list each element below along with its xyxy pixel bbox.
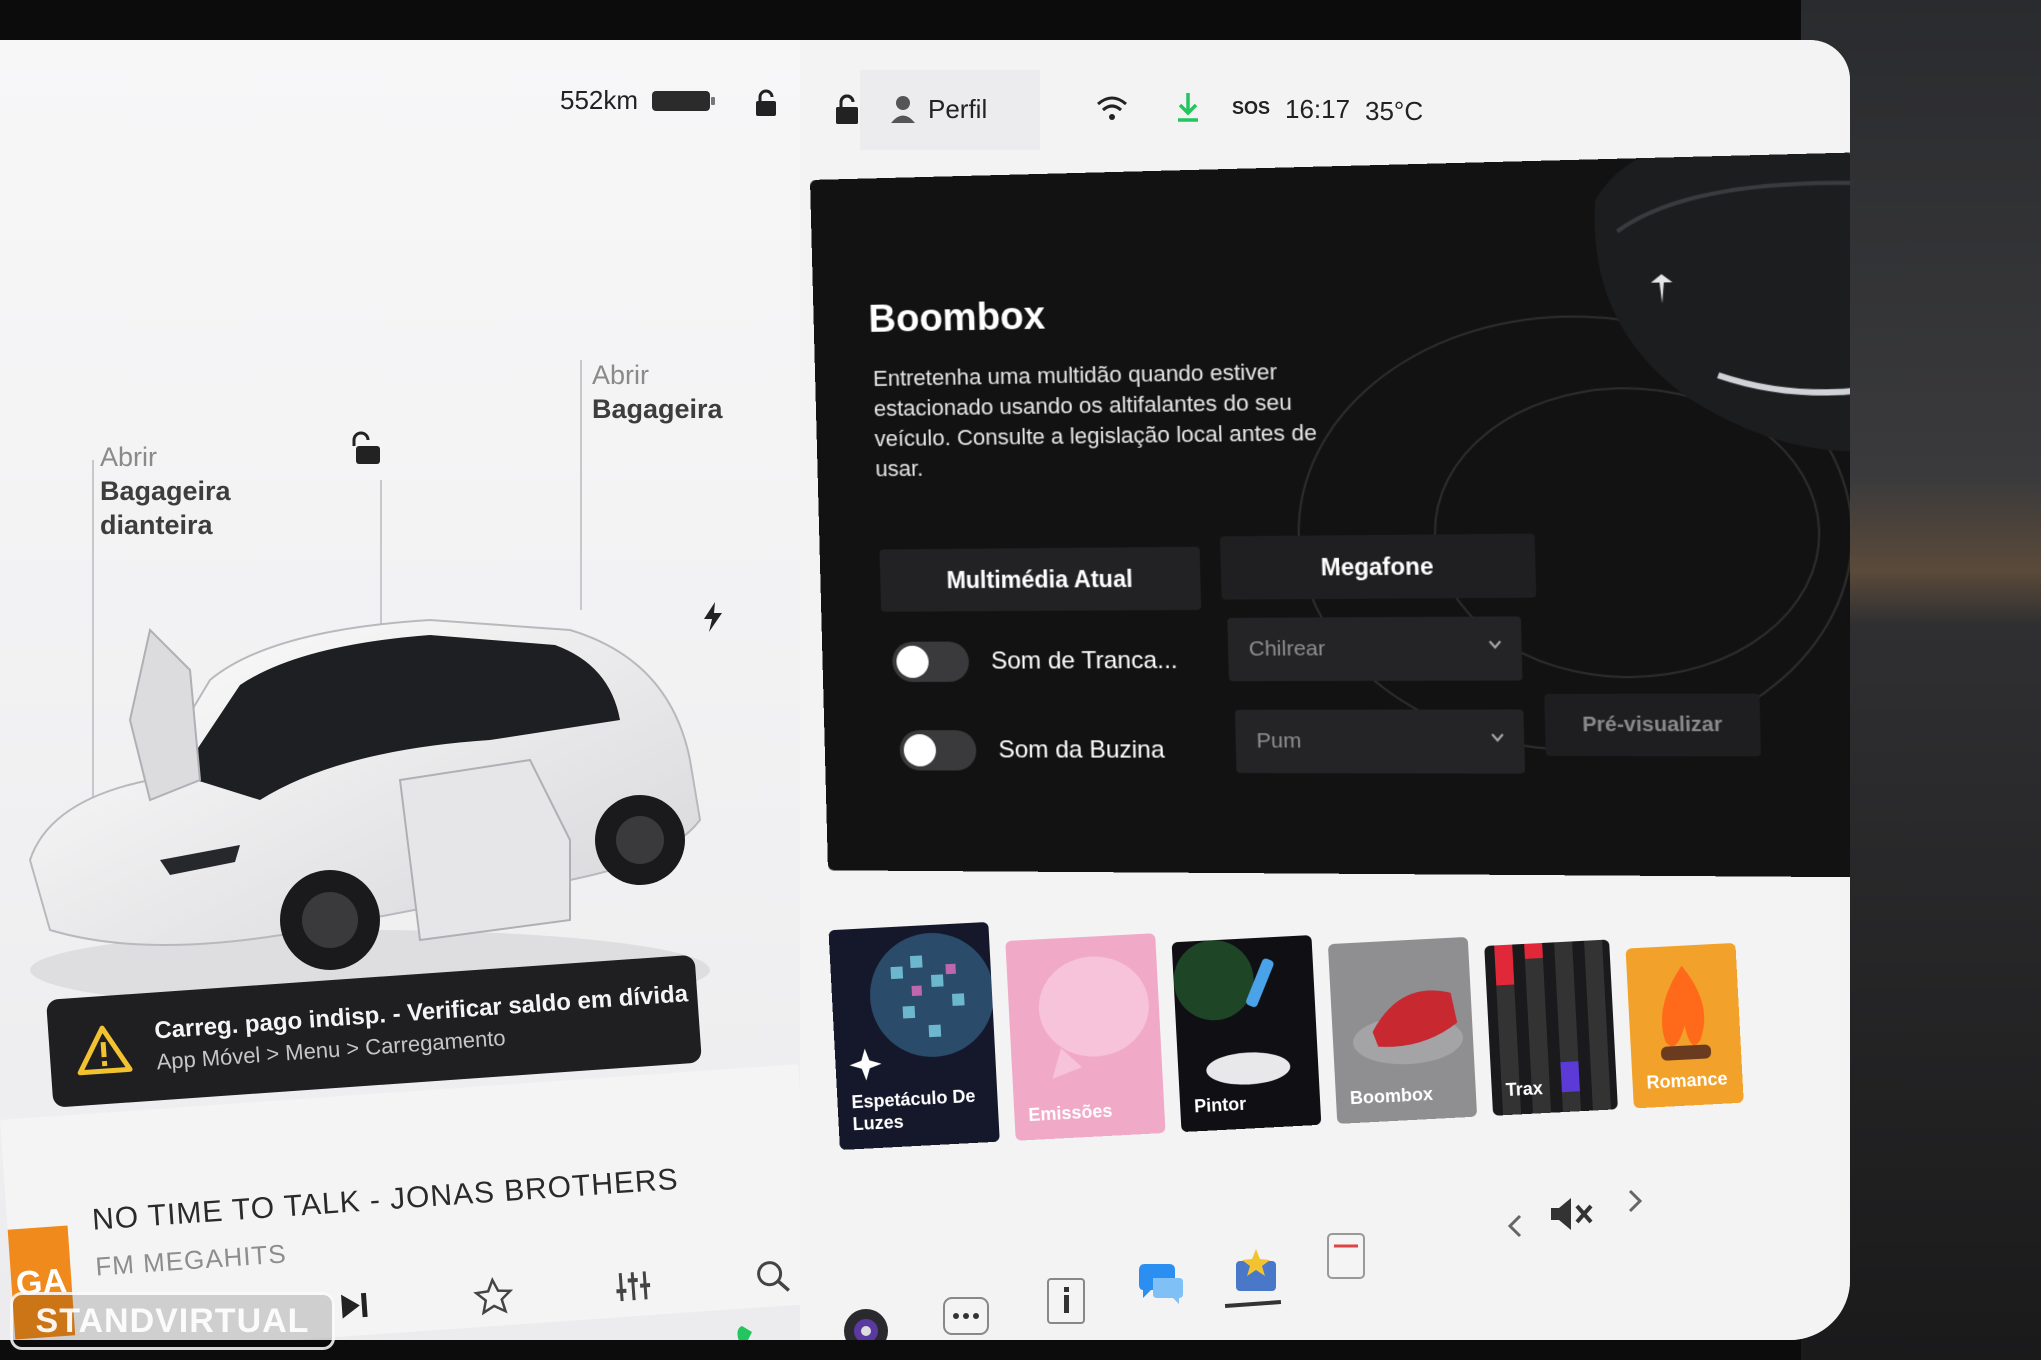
app-tile-boombox[interactable]: Boombox [1328,937,1477,1124]
range-text: 552km [560,85,638,116]
horn-sound-select[interactable]: Pum [1235,709,1525,773]
frunk-open-button[interactable]: Abrir Bagageira dianteira [100,440,231,542]
trunk-label-text: Bagageira [592,392,723,426]
chevron-down-icon [1490,730,1505,744]
lock-sound-toggle[interactable] [892,641,969,681]
camera-icon[interactable] [840,1305,892,1340]
sos-indicator[interactable]: SOS [1232,98,1270,119]
lock-icon[interactable] [752,88,780,118]
download-icon[interactable] [1175,90,1201,124]
horn-sound-label: Som da Buzina [998,736,1165,765]
lock-sound-select[interactable]: Chilrear [1227,616,1522,681]
touchscreen: 552km Abrir Bagageira dianteira Abrir Ba… [0,40,1850,1340]
watermark-logo: STANDVIRTUAL [10,1292,335,1350]
boombox-app-window: Boombox Entretenha uma multidão quando e… [810,153,1850,878]
wifi-icon [1095,94,1129,122]
lock-sound-row: Som de Tranca... [892,641,1178,682]
app-tile-label: Pintor [1194,1093,1247,1118]
more-apps-icon[interactable] [940,1290,992,1340]
chevron-right-icon[interactable] [1620,1175,1650,1227]
app-panel: Perfil SOS 16:17 35°C Boombox Entretenha… [800,40,1850,1340]
trunk-open-button[interactable]: Abrir Bagageira [592,358,723,426]
frunk-label-line1: Bagageira [100,474,231,508]
person-icon [890,94,916,124]
toybox-icon[interactable] [1230,1245,1282,1297]
megaphone-button[interactable]: Megafone [1220,534,1536,600]
boombox-description: Entretenha uma multidão quando estiver e… [873,356,1357,485]
vehicle-3d-model[interactable] [10,600,730,1020]
app-tile-label: Trax [1505,1077,1543,1101]
chevron-left-icon[interactable] [1500,1200,1530,1252]
music-tracks-icon [1484,939,1618,1115]
messages-icon[interactable] [1135,1260,1187,1312]
frunk-label-line2: dianteira [100,508,231,542]
status-bar: Perfil SOS 16:17 35°C [800,80,1850,140]
lock-sound-value: Chilrear [1249,637,1326,662]
preview-button[interactable]: Pré-visualizar [1544,694,1761,757]
app-tile-romance[interactable]: Romance [1626,943,1744,1109]
manual-icon[interactable] [1040,1275,1092,1327]
profile-label: Perfil [928,94,987,125]
boombox-title: Boombox [868,295,1046,342]
lock-sound-label: Som de Tranca... [991,647,1178,676]
app-tile-label: Espetáculo De Luzes [851,1084,999,1136]
trunk-leader-line [580,360,582,610]
alert-text: Carreg. pago indisp. - Verificar saldo e… [153,980,691,1075]
clock: 16:17 [1285,94,1350,125]
active-app-indicator [1225,1300,1281,1308]
app-launcher-tiles: Espetáculo De Luzes Emissões Pintor Boom… [827,858,1838,1150]
app-tile-label: Romance [1646,1067,1728,1093]
boombox-car-image [1551,153,1850,575]
app-tile-trax[interactable]: Trax [1484,939,1618,1115]
frunk-action-label: Abrir [100,440,231,474]
app-tile-painter[interactable]: Pintor [1172,935,1322,1132]
app-tile-label: Emissões [1028,1100,1113,1126]
app-tile-label: Boombox [1349,1083,1433,1109]
chevron-down-icon [1487,637,1502,652]
vehicle-panel: 552km Abrir Bagageira dianteira Abrir Ba… [0,40,800,1340]
warning-icon [74,1023,133,1077]
horn-sound-toggle[interactable] [899,730,977,770]
outside-temperature: 35°C [1365,96,1423,127]
range-indicator: 552km [560,85,710,116]
phone-icon[interactable] [730,1320,782,1340]
battery-icon [652,91,710,111]
app-tile-light-show[interactable]: Espetáculo De Luzes [828,922,999,1150]
unlock-icon[interactable] [350,430,390,468]
padlock-icon-overlay [832,92,862,126]
volume-mute-icon[interactable] [1545,1188,1597,1240]
calendar-icon[interactable] [1320,1230,1372,1282]
app-tile-emissions[interactable]: Emissões [1005,933,1165,1141]
current-media-button[interactable]: Multimédia Atual [880,547,1202,612]
horn-sound-value: Pum [1256,729,1302,754]
trunk-action-label: Abrir [592,358,723,392]
horn-sound-row: Som da Buzina [899,730,1165,771]
